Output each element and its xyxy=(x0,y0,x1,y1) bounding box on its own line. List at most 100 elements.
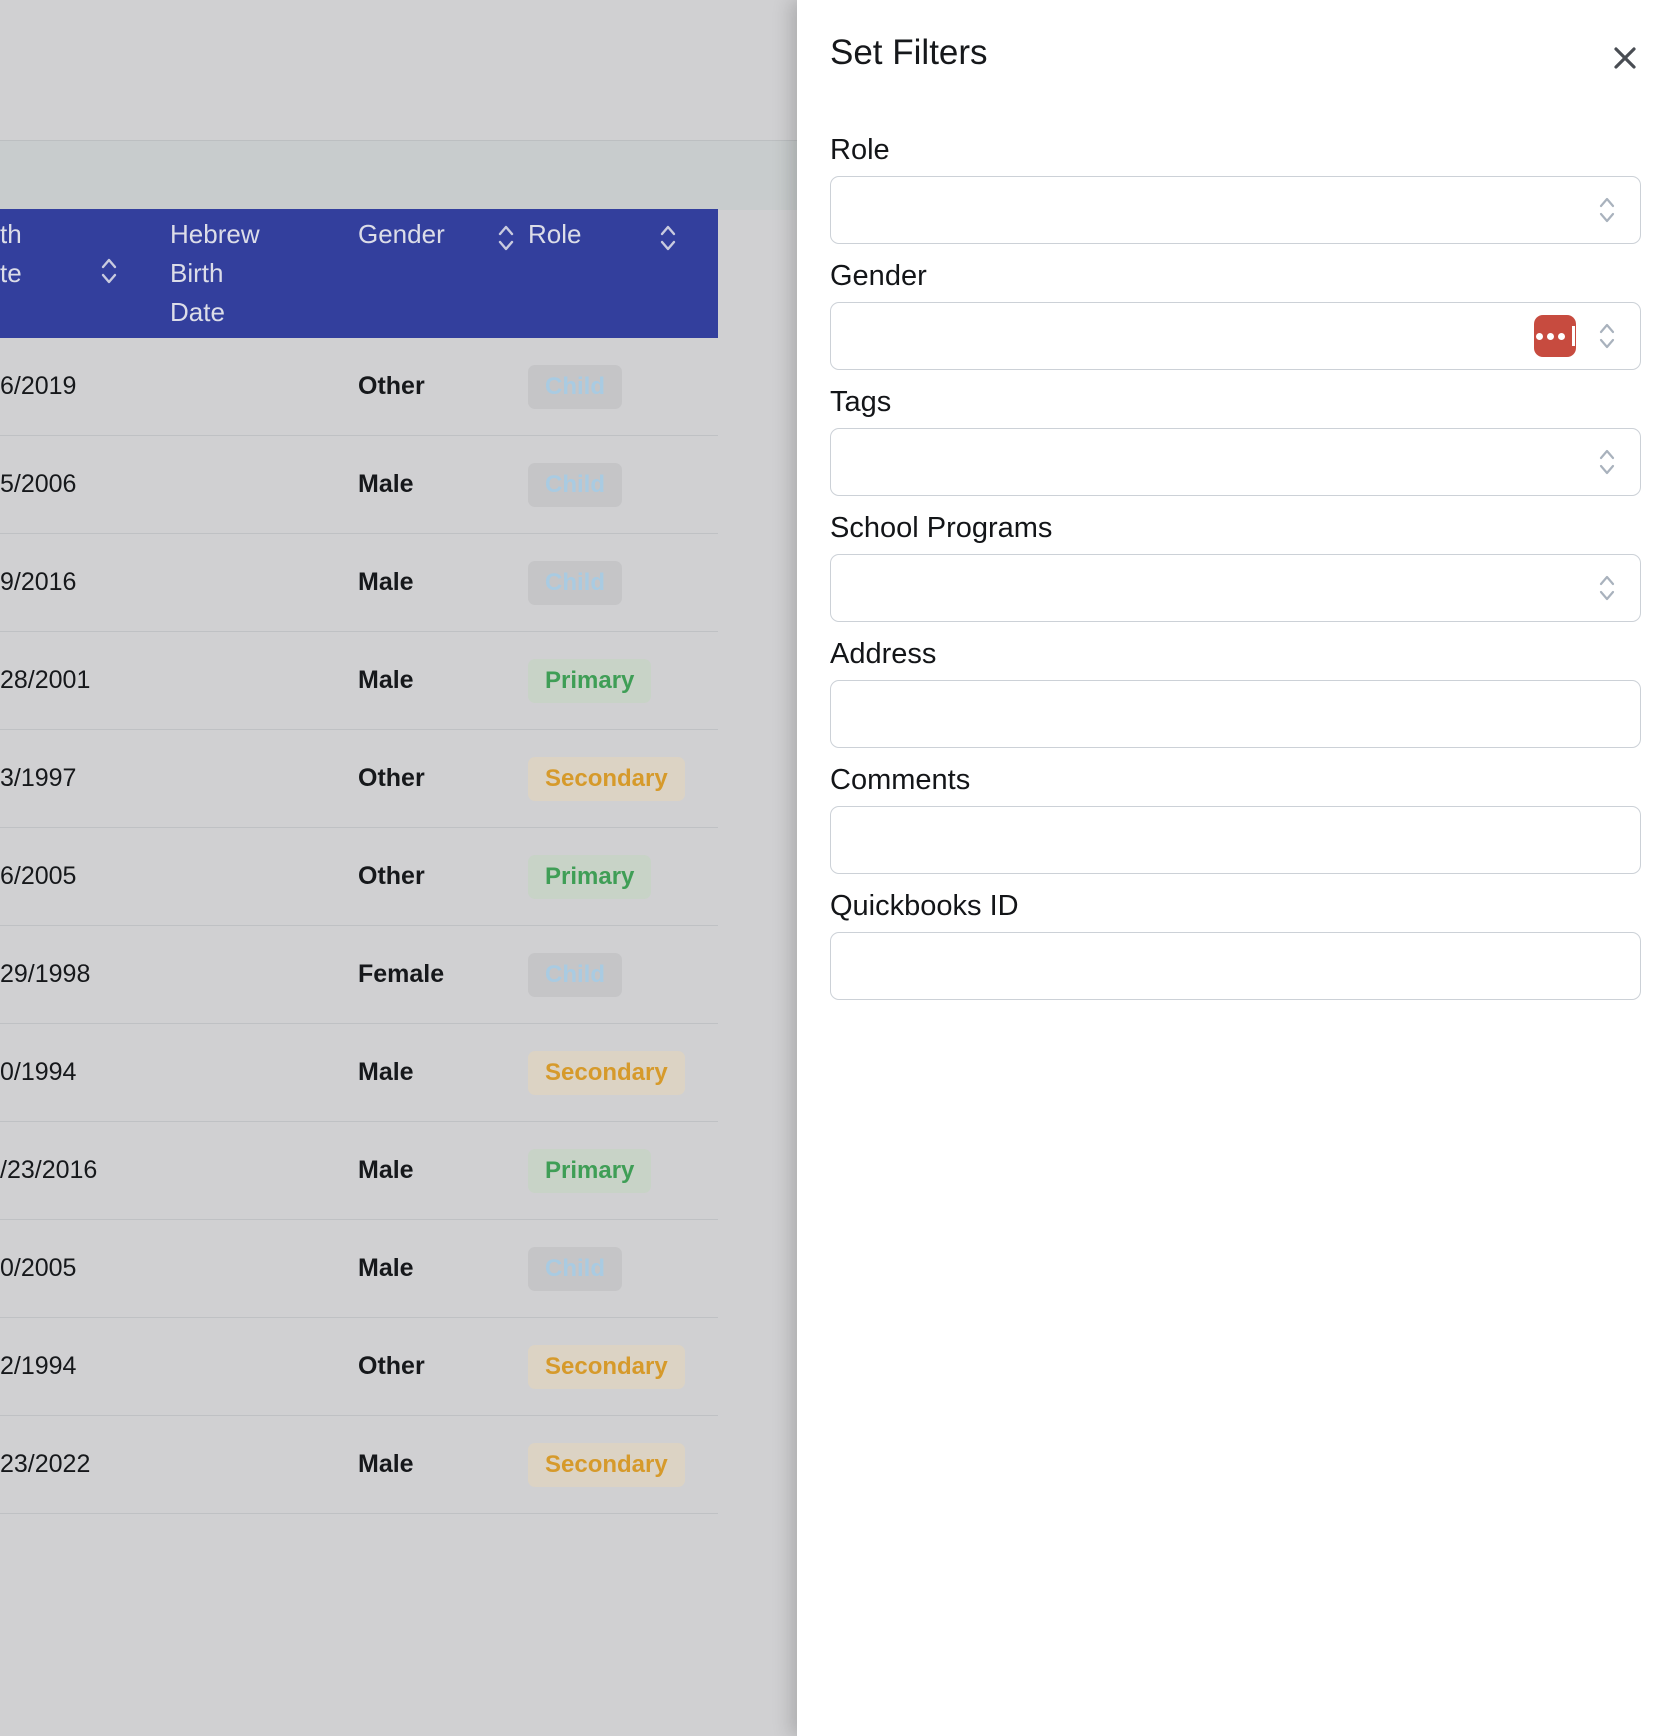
chevron-updown-icon-school-programs[interactable] xyxy=(1596,570,1618,606)
filter-field-role: Role xyxy=(830,134,1641,244)
chevron-updown-icon-tags[interactable] xyxy=(1596,444,1618,480)
table-row[interactable]: 0/2005 MaleChild xyxy=(0,1220,718,1318)
filter-control-address[interactable] xyxy=(830,680,1641,748)
cell-hebrew-birth-date xyxy=(170,534,358,632)
filter-field-quickbooks-id: Quickbooks ID xyxy=(830,890,1641,1000)
cell-role: Child xyxy=(528,926,718,1024)
cell-gender: Other xyxy=(358,1318,528,1416)
cell-hebrew-birth-date xyxy=(170,1024,358,1122)
table-row[interactable]: 29/1998FemaleChild xyxy=(0,926,718,1024)
cell-gender: Male xyxy=(358,1024,528,1122)
table-row[interactable]: 3/1997OtherSecondary xyxy=(0,730,718,828)
filter-label-school-programs: School Programs xyxy=(830,512,1641,545)
cell-role: Child xyxy=(528,338,718,436)
cell-hebrew-birth-date xyxy=(170,1220,358,1318)
sort-icon-role[interactable] xyxy=(658,221,678,255)
filter-label-quickbooks-id: Quickbooks ID xyxy=(830,890,1641,923)
filter-input-address[interactable] xyxy=(831,681,1640,747)
dot-icon xyxy=(1536,333,1543,340)
cell-hebrew-birth-date xyxy=(170,1122,358,1220)
chevron-updown-icon-role[interactable] xyxy=(1596,192,1618,228)
cell-gender: Male xyxy=(358,632,528,730)
cell-role: Secondary xyxy=(528,1024,718,1122)
status-badge: Primary xyxy=(528,855,651,899)
status-badge: Child xyxy=(528,365,622,409)
cell-hebrew-birth-date xyxy=(170,338,358,436)
column-header-gender[interactable]: Gender xyxy=(358,209,528,338)
cell-hebrew-birth-date xyxy=(170,1416,358,1514)
chevron-updown-icon-gender[interactable] xyxy=(1596,318,1618,354)
table-row[interactable]: 6/2019OtherChild xyxy=(0,338,718,436)
cell-hebrew-birth-date xyxy=(170,730,358,828)
sort-icon-birth-date[interactable] xyxy=(99,254,119,288)
table-row[interactable]: /23/2016 MalePrimary xyxy=(0,1122,718,1220)
filter-input-gender[interactable] xyxy=(831,303,1640,369)
filter-input-comments[interactable] xyxy=(831,807,1640,873)
cell-birth-date: /23/2016 xyxy=(0,1122,170,1220)
more-options-icon[interactable] xyxy=(1534,315,1576,357)
column-header-role[interactable]: Role xyxy=(528,209,718,338)
drawer-title: Set Filters xyxy=(830,33,988,73)
cell-birth-date: 5/2006 xyxy=(0,436,170,534)
cell-birth-date: 28/2001 xyxy=(0,632,170,730)
filter-control-tags[interactable] xyxy=(830,428,1641,496)
cell-gender: Male xyxy=(358,1220,528,1318)
cell-role: Child xyxy=(528,1220,718,1318)
cell-role: Primary xyxy=(528,632,718,730)
cell-role: Primary xyxy=(528,828,718,926)
status-badge: Secondary xyxy=(528,1443,685,1487)
table-row[interactable]: 6/2005 OtherPrimary xyxy=(0,828,718,926)
cell-gender: Male xyxy=(358,1416,528,1514)
cell-birth-date: 29/1998 xyxy=(0,926,170,1024)
cell-gender: Other xyxy=(358,338,528,436)
cell-birth-date: 6/2005 xyxy=(0,828,170,926)
table-header-row: thte HebrewBirthDate Gender Role xyxy=(0,209,718,338)
filter-input-tags[interactable] xyxy=(831,429,1640,495)
column-header-hebrew-birth-date[interactable]: HebrewBirthDate xyxy=(170,209,358,338)
cell-birth-date: 23/2022 xyxy=(0,1416,170,1514)
filter-control-quickbooks-id[interactable] xyxy=(830,932,1641,1000)
records-table: thte HebrewBirthDate Gender Role xyxy=(0,209,718,1514)
sort-icon-gender[interactable] xyxy=(496,221,516,255)
cell-role: Secondary xyxy=(528,1416,718,1514)
filter-input-role[interactable] xyxy=(831,177,1640,243)
filter-field-tags: Tags xyxy=(830,386,1641,496)
cell-gender: Other xyxy=(358,730,528,828)
cell-hebrew-birth-date xyxy=(170,436,358,534)
table-row[interactable]: 9/2016MaleChild xyxy=(0,534,718,632)
cell-hebrew-birth-date xyxy=(170,828,358,926)
close-icon[interactable] xyxy=(1603,36,1647,80)
table-subheader-background xyxy=(0,140,797,210)
filter-field-address: Address xyxy=(830,638,1641,748)
status-badge: Secondary xyxy=(528,757,685,801)
filter-control-role[interactable] xyxy=(830,176,1641,244)
table-row[interactable]: 28/2001 MalePrimary xyxy=(0,632,718,730)
records-table-pane: thte HebrewBirthDate Gender Role xyxy=(0,0,797,1736)
cell-role: Primary xyxy=(528,1122,718,1220)
table-row[interactable]: 5/2006MaleChild xyxy=(0,436,718,534)
status-badge: Child xyxy=(528,1247,622,1291)
column-header-birth-date[interactable]: thte xyxy=(0,209,170,338)
dot-icon xyxy=(1558,333,1565,340)
cell-gender: Other xyxy=(358,828,528,926)
column-header-role-label: Role xyxy=(528,209,718,254)
table-row[interactable]: 2/1994OtherSecondary xyxy=(0,1318,718,1416)
cell-birth-date: 0/2005 xyxy=(0,1220,170,1318)
cell-gender: Male xyxy=(358,534,528,632)
column-header-hebrew-birth-date-label: HebrewBirthDate xyxy=(170,209,358,332)
table-body: 6/2019OtherChild5/2006MaleChild9/2016Mal… xyxy=(0,338,718,1514)
filter-control-school-programs[interactable] xyxy=(830,554,1641,622)
table-row[interactable]: 23/2022 MaleSecondary xyxy=(0,1416,718,1514)
cell-role: Secondary xyxy=(528,730,718,828)
cell-birth-date: 9/2016 xyxy=(0,534,170,632)
filter-control-gender[interactable] xyxy=(830,302,1641,370)
filter-input-school-programs[interactable] xyxy=(831,555,1640,621)
cell-gender: Male xyxy=(358,1122,528,1220)
cell-hebrew-birth-date xyxy=(170,1318,358,1416)
table-row[interactable]: 0/1994 MaleSecondary xyxy=(0,1024,718,1122)
column-header-birth-date-label: thte xyxy=(0,209,170,293)
filter-input-quickbooks-id[interactable] xyxy=(831,933,1640,999)
filter-control-comments[interactable] xyxy=(830,806,1641,874)
filters-form: RoleGenderTagsSchool ProgramsAddressComm… xyxy=(797,112,1674,1000)
cell-birth-date: 0/1994 xyxy=(0,1024,170,1122)
